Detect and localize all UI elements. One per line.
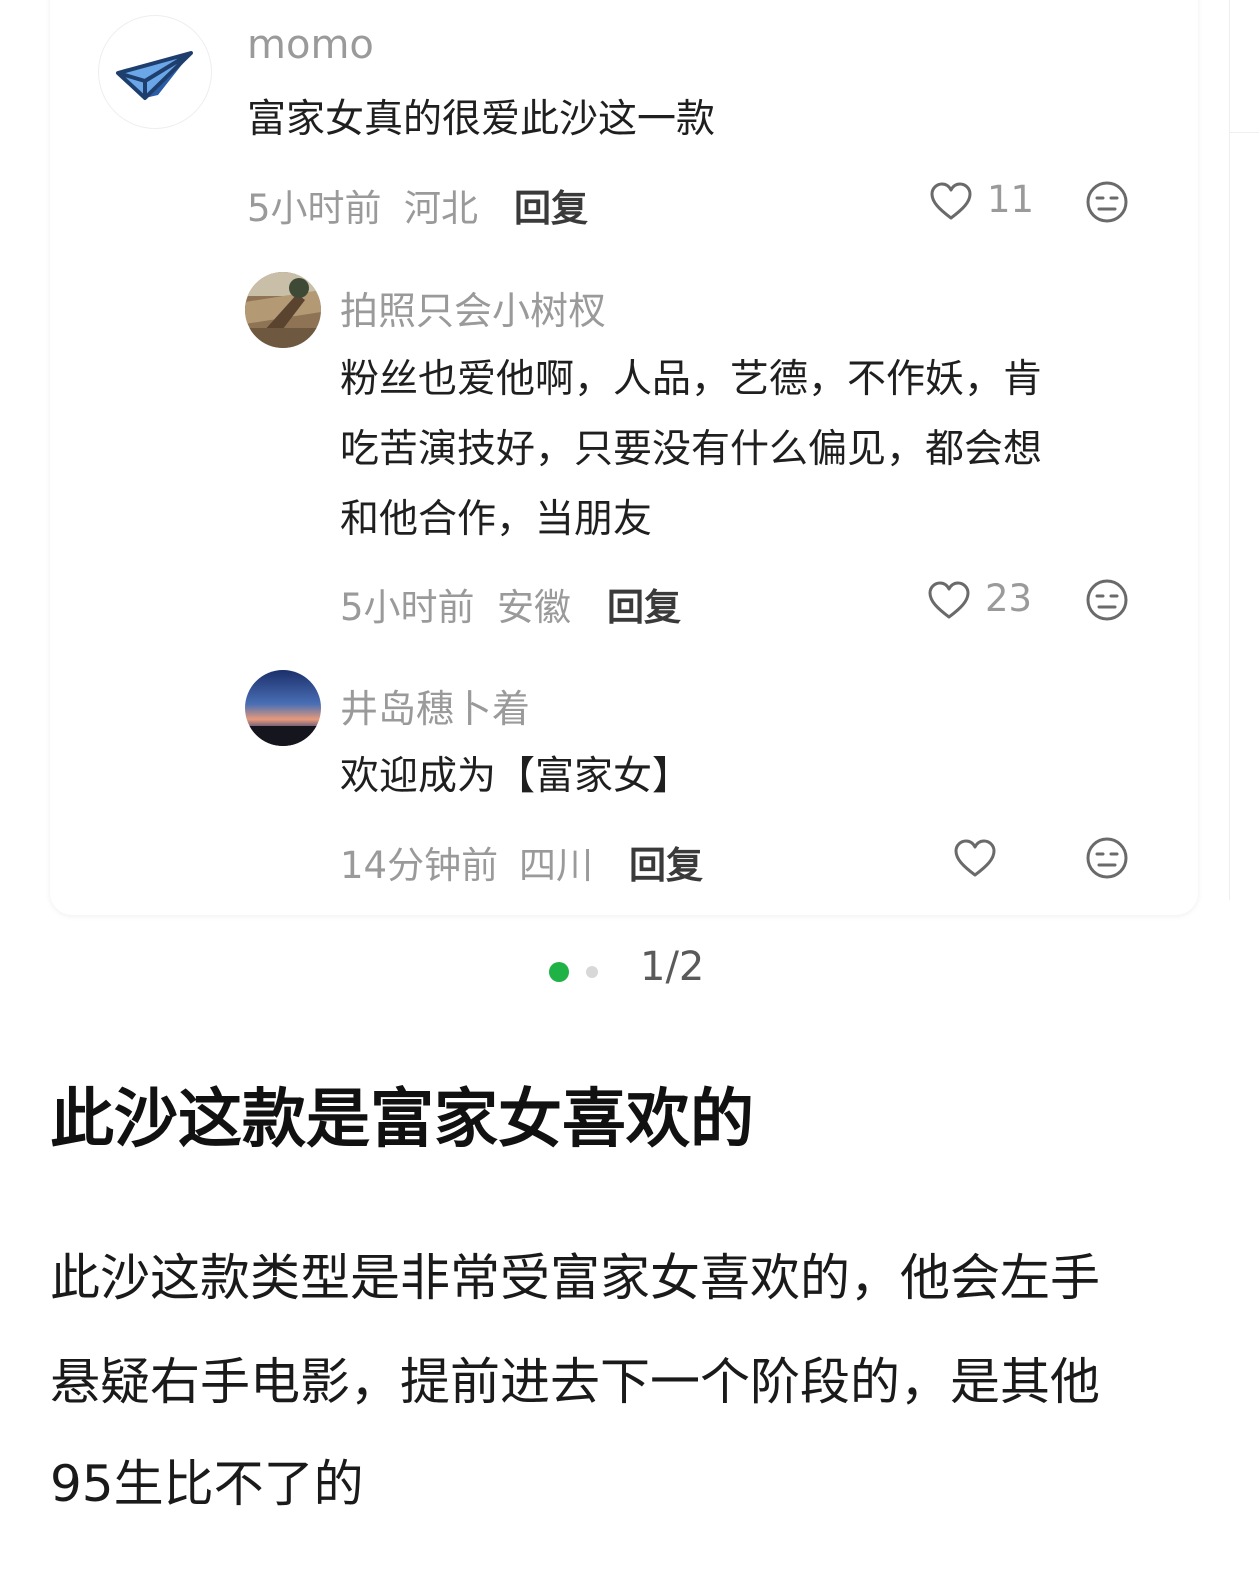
next-card-divider	[1229, 132, 1259, 133]
article-body-line: 95生比不了的	[50, 1455, 364, 1513]
reply-text-line: 粉丝也爱他啊，人品，艺德，不作妖，肯	[340, 357, 1043, 402]
next-card-edge	[1229, 0, 1230, 900]
like-count: 23	[985, 577, 1033, 620]
reply-location: 安徽	[497, 586, 571, 629]
reply-text-line: 欢迎成为【富家女】	[340, 754, 692, 799]
reply-username[interactable]: 井岛穗卜着	[340, 678, 530, 733]
face-icon[interactable]	[1085, 180, 1129, 224]
reply-button[interactable]: 回复	[514, 178, 588, 232]
pager-dot-active[interactable]	[549, 962, 569, 982]
like-icon[interactable]	[953, 838, 997, 878]
comment-time: 5小时前	[247, 187, 382, 230]
comment-text: 富家女真的很爱此沙这一款	[247, 97, 716, 142]
reply-button[interactable]: 回复	[607, 577, 681, 631]
article-body-line: 此沙这款类型是非常受富家女喜欢的，他会左手	[50, 1249, 1100, 1307]
face-icon[interactable]	[1085, 836, 1129, 880]
like-icon[interactable]	[927, 580, 971, 620]
like-count: 11	[987, 178, 1035, 221]
reply-time: 14分钟前	[340, 844, 499, 887]
comment-username[interactable]: momo	[247, 22, 374, 68]
reply-button[interactable]: 回复	[629, 835, 703, 889]
article-body-line: 悬疑右手电影，提前进去下一个阶段的，是其他	[50, 1353, 1100, 1411]
pager-counter: 1/2	[640, 944, 705, 990]
reply-username[interactable]: 拍照只会小树杈	[340, 280, 606, 335]
like-icon[interactable]	[929, 181, 973, 221]
image-pager: 1/2	[0, 940, 1259, 1000]
sunset-avatar	[245, 670, 321, 746]
face-icon[interactable]	[1085, 578, 1129, 622]
photo-avatar	[245, 272, 321, 348]
pager-dot[interactable]	[586, 966, 598, 978]
reply-text-line: 和他合作，当朋友	[340, 497, 653, 542]
reply-text-line: 吃苦演技好，只要没有什么偏见，都会想	[340, 427, 1043, 472]
article-title: 此沙这款是富家女喜欢的	[50, 1083, 754, 1157]
avatar[interactable]	[245, 670, 321, 746]
comment-location: 河北	[404, 187, 478, 230]
reply-location: 四川	[519, 844, 593, 887]
avatar[interactable]	[245, 272, 321, 348]
avatar[interactable]	[98, 15, 212, 129]
paper-plane-icon	[116, 51, 193, 100]
reply-time: 5小时前	[340, 586, 475, 629]
